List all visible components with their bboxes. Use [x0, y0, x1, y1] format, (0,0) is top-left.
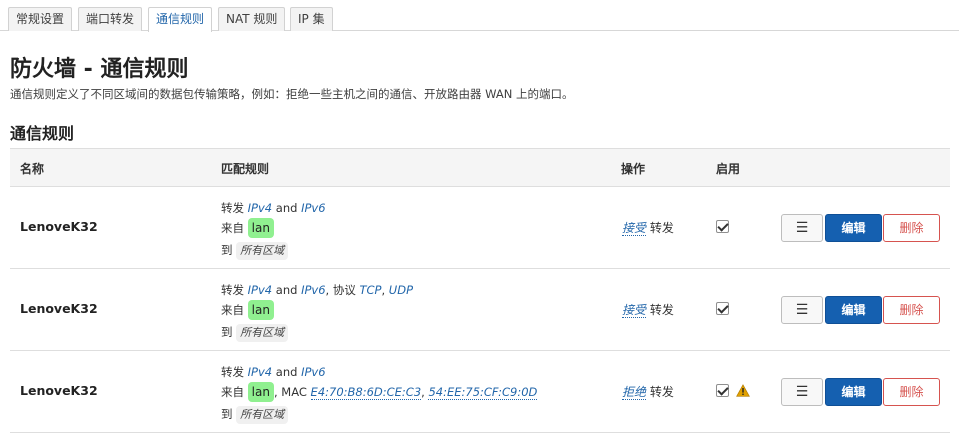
drag-menu-button[interactable]: ☰ — [781, 214, 823, 242]
ipv6-label: IPv6 — [301, 365, 326, 379]
warning-icon — [735, 384, 750, 397]
rule-name: LenoveK32 — [20, 383, 98, 398]
from-label: 来自 — [221, 303, 244, 317]
and-label: and — [275, 365, 298, 379]
protocol-label: 协议 — [332, 283, 356, 297]
match-rule: 转发 IPv4 and IPv6, 协议 TCP, UDP 来自 lan 到 所… — [221, 280, 413, 342]
delete-button[interactable]: 删除 — [883, 378, 940, 406]
from-label: 来自 — [221, 385, 244, 399]
tab-port-forward[interactable]: 端口转发 — [78, 7, 143, 31]
mac-label: MAC — [281, 385, 307, 399]
to-label: 到 — [221, 407, 233, 421]
enable-cell — [716, 301, 729, 315]
column-header-action: 操作 — [621, 162, 646, 176]
table-row: LenoveK32 转发 IPv4 and IPv6, 协议 TCP, UDP … — [10, 269, 950, 351]
ipv6-label: IPv6 — [301, 201, 326, 215]
tab-general[interactable]: 常规设置 — [8, 7, 73, 31]
forward-label: 转发 — [221, 365, 244, 379]
and-label: and — [275, 283, 298, 297]
match-rule: 转发 IPv4 and IPv6 来自 lan, MAC E4:70:B8:6D… — [221, 362, 538, 424]
mac-address: E4:70:B8:6D:CE:C3 — [310, 385, 422, 400]
action-suffix: 转发 — [649, 385, 674, 399]
action-verb: 拒绝 — [622, 385, 647, 400]
tab-nat-rules[interactable]: NAT 规则 — [218, 7, 286, 31]
edit-button[interactable]: 编辑 — [825, 214, 882, 242]
enable-checkbox[interactable] — [716, 302, 729, 315]
forward-label: 转发 — [221, 283, 244, 297]
ipv4-label: IPv4 — [247, 365, 273, 379]
forward-label: 转发 — [221, 201, 244, 215]
zone-badge-lan: lan — [247, 300, 274, 320]
action-verb: 接受 — [622, 221, 647, 236]
edit-button[interactable]: 编辑 — [825, 378, 882, 406]
zone-badge-lan: lan — [247, 382, 274, 402]
to-label: 到 — [221, 325, 233, 339]
column-header-enable: 启用 — [716, 162, 741, 176]
rule-action: 接受 转发 — [622, 219, 674, 236]
delete-button[interactable]: 删除 — [883, 296, 940, 324]
enable-checkbox[interactable] — [716, 384, 729, 397]
comma: , — [421, 385, 425, 399]
drag-menu-button[interactable]: ☰ — [781, 378, 823, 406]
tcp-label: TCP — [359, 283, 382, 297]
zone-badge-any: 所有区域 — [236, 324, 289, 342]
enable-cell — [716, 219, 729, 233]
rule-name: LenoveK32 — [20, 301, 98, 316]
action-verb: 接受 — [622, 303, 647, 318]
enable-checkbox[interactable] — [716, 220, 729, 233]
udp-label: UDP — [388, 283, 414, 297]
enable-cell — [716, 383, 750, 397]
table-row: LenoveK32 转发 IPv4 and IPv6 来自 lan 到 所有区域… — [10, 187, 950, 269]
edit-button[interactable]: 编辑 — [825, 296, 882, 324]
match-rule: 转发 IPv4 and IPv6 来自 lan 到 所有区域 — [221, 198, 326, 260]
zone-badge-lan: lan — [247, 218, 274, 238]
ipv4-label: IPv4 — [247, 283, 273, 297]
rule-name: LenoveK32 — [20, 219, 98, 234]
rule-action: 接受 转发 — [622, 301, 674, 318]
section-title: 通信规则 — [10, 124, 75, 143]
drag-menu-button[interactable]: ☰ — [781, 296, 823, 324]
zone-badge-any: 所有区域 — [236, 406, 289, 424]
column-header-name: 名称 — [20, 162, 45, 176]
column-header-match: 匹配规则 — [221, 162, 270, 176]
table-row: LenoveK32 转发 IPv4 and IPv6 来自 lan, MAC E… — [10, 351, 950, 433]
table-header: 名称 匹配规则 操作 启用 — [10, 148, 950, 187]
ipv6-label: IPv6 — [301, 283, 326, 297]
tab-bar: 常规设置 端口转发 通信规则 NAT 规则 IP 集 — [0, 0, 959, 32]
action-suffix: 转发 — [649, 221, 674, 235]
mac-address: 54:EE:75:CF:C9:0D — [428, 385, 538, 400]
page-title: 防火墙 - 通信规则 — [10, 57, 189, 82]
delete-button[interactable]: 删除 — [883, 214, 940, 242]
rule-action: 拒绝 转发 — [622, 383, 674, 400]
action-suffix: 转发 — [649, 303, 674, 317]
tab-ip-sets[interactable]: IP 集 — [290, 7, 333, 31]
and-label: and — [275, 201, 298, 215]
comma: , — [325, 283, 330, 297]
ipv4-label: IPv4 — [247, 201, 273, 215]
to-label: 到 — [221, 243, 233, 257]
comma: , — [273, 385, 278, 399]
comma: , — [381, 283, 386, 297]
tab-traffic-rules[interactable]: 通信规则 — [148, 7, 213, 32]
from-label: 来自 — [221, 221, 244, 235]
page-description: 通信规则定义了不同区域间的数据包传输策略，例如：拒绝一些主机之间的通信、开放路由… — [10, 87, 574, 101]
zone-badge-any: 所有区域 — [236, 242, 289, 260]
